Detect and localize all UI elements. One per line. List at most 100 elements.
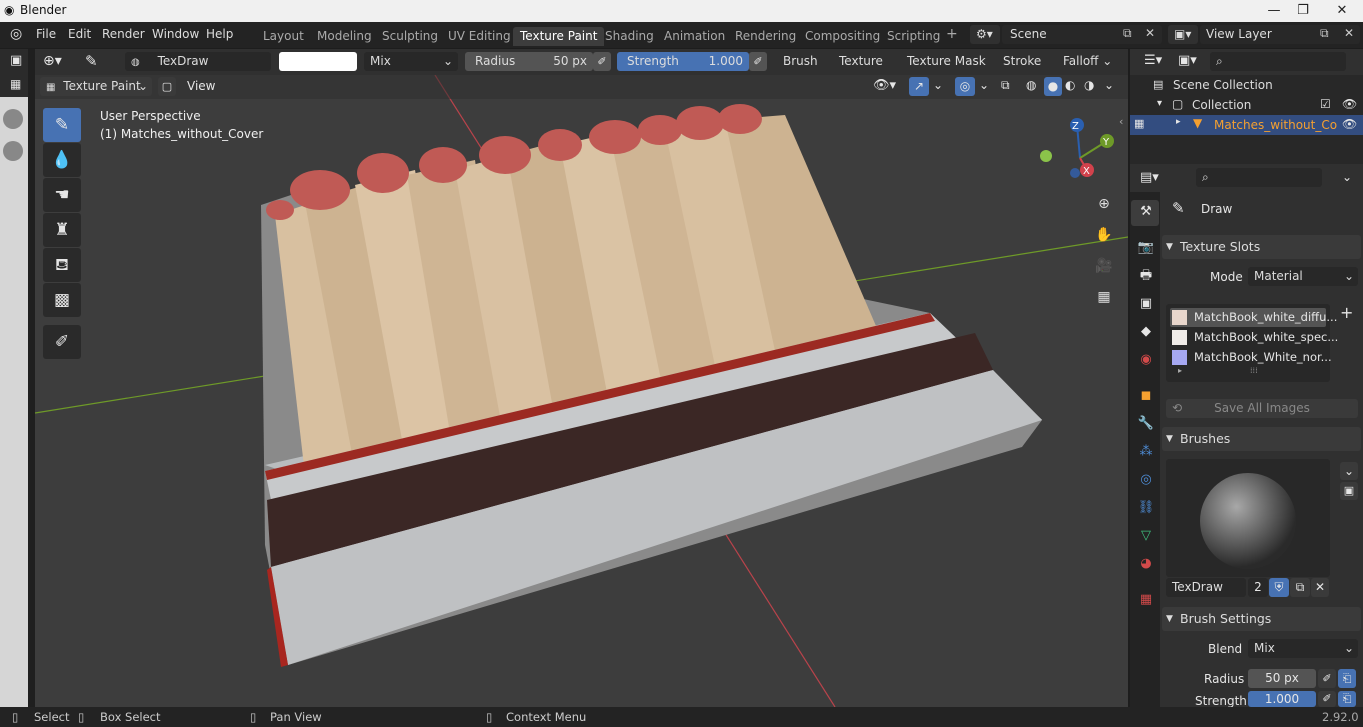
- brush-settings-panel-header[interactable]: ▼ Brush Settings: [1162, 607, 1361, 631]
- chevron-down-icon[interactable]: ⌄: [1342, 170, 1352, 184]
- duplicate-brush-icon[interactable]: ⧉: [1290, 578, 1310, 597]
- menu-help[interactable]: Help: [206, 27, 233, 41]
- view-menu[interactable]: View: [187, 79, 215, 93]
- properties-editor-icon[interactable]: ▤▾: [1140, 170, 1159, 185]
- material-tab-icon[interactable]: ◕: [1137, 555, 1155, 573]
- radius-unit-icon[interactable]: ⎗: [1338, 669, 1356, 688]
- constraint-tab-icon[interactable]: ⛓: [1137, 499, 1155, 517]
- pressure-strength-icon[interactable]: ✐: [1318, 691, 1336, 707]
- 3d-viewport[interactable]: ▦ Texture Paint ⌄ ▢ View 👁▾ ↗ ⌄ ◎ ⌄ ⧉ ◍ …: [35, 75, 1128, 707]
- outliner-selected-row[interactable]: ▦ ▸ ▼ Matches_without_Co 👁: [1130, 115, 1363, 135]
- mask-tool[interactable]: ▩: [43, 283, 81, 317]
- texture-mask-dropdown[interactable]: Texture Mask ⌄: [901, 52, 993, 87]
- hand-icon[interactable]: [3, 141, 23, 161]
- brush-users-count[interactable]: 2: [1248, 578, 1268, 597]
- fill-tool[interactable]: ⛾: [43, 248, 81, 282]
- tab-sculpting[interactable]: Sculpting: [375, 27, 445, 46]
- material-shading-icon[interactable]: ◐: [1065, 78, 1075, 92]
- particles-tab-icon[interactable]: ⁂: [1137, 443, 1155, 461]
- texture-slot-item-selected[interactable]: MatchBook_white_diffu...: [1170, 308, 1337, 327]
- xray-icon[interactable]: ⧉: [1001, 78, 1010, 93]
- solid-shading-icon[interactable]: ●: [1044, 77, 1062, 96]
- display-mode-icon[interactable]: ▣▾: [1178, 53, 1197, 68]
- tool-tab-icon[interactable]: ⚒: [1137, 203, 1155, 221]
- pressure-radius-icon[interactable]: ✐: [593, 52, 611, 71]
- scene-selector[interactable]: ⚙▾: [970, 25, 1000, 44]
- view-layer-selector[interactable]: ▣▾: [1168, 25, 1198, 44]
- visibility-icon[interactable]: 👁▾: [873, 78, 896, 93]
- resize-handle-icon[interactable]: ⁞⁞⁞: [1250, 366, 1258, 375]
- stroke-dropdown[interactable]: Stroke ⌄: [997, 52, 1053, 87]
- mask-toggle-icon[interactable]: ▢: [158, 77, 176, 96]
- menu-edit[interactable]: Edit: [68, 27, 91, 41]
- add-slot-icon[interactable]: +: [1340, 303, 1353, 322]
- physics-tab-icon[interactable]: ◎: [1137, 471, 1155, 489]
- zoom-view-icon[interactable]: ⊕: [1092, 192, 1116, 216]
- smear-tool[interactable]: ☚: [43, 178, 81, 212]
- menu-render[interactable]: Render: [102, 27, 145, 41]
- texture-dropdown[interactable]: Texture ⌄: [833, 52, 895, 87]
- new-scene-icon[interactable]: ⧉: [1123, 26, 1132, 41]
- brush-color-swatch[interactable]: [279, 52, 357, 71]
- draw-tool[interactable]: ✎: [43, 108, 81, 142]
- brush-blend-dropdown[interactable]: Mix ⌄: [1248, 639, 1358, 658]
- unlink-brush-icon[interactable]: ✕: [1311, 578, 1329, 597]
- blender-menu-icon[interactable]: ◎: [10, 26, 22, 42]
- eye-icon[interactable]: 👁: [1342, 117, 1357, 131]
- brush-tool-icon[interactable]: ✎: [85, 52, 98, 70]
- texture-slots-panel-header[interactable]: ▼ Texture Slots: [1162, 235, 1361, 259]
- outliner-editor-icon[interactable]: ☰▾: [1144, 53, 1162, 68]
- brush-strength-slider[interactable]: 1.000: [1248, 691, 1316, 707]
- pan-view-icon[interactable]: ✋: [1092, 223, 1116, 247]
- outliner-search-input[interactable]: ⌕: [1210, 52, 1346, 71]
- brush-datablock-field[interactable]: TexDraw: [1166, 578, 1246, 597]
- scene-collection-label[interactable]: Scene Collection: [1173, 78, 1273, 92]
- overlay-toggle-icon[interactable]: ◎: [955, 77, 975, 96]
- tab-uv-editing[interactable]: UV Editing: [441, 27, 518, 46]
- new-view-layer-icon[interactable]: ⧉: [1320, 26, 1329, 41]
- scene-name-field[interactable]: Scene: [1002, 25, 1162, 44]
- texture-tab-icon[interactable]: ▦: [1137, 591, 1155, 609]
- brush-radius-slider[interactable]: 50 px: [1248, 669, 1316, 688]
- menu-file[interactable]: File: [36, 27, 56, 41]
- tab-texture-paint[interactable]: Texture Paint: [513, 27, 605, 46]
- falloff-dropdown[interactable]: Falloff ⌄: [1057, 52, 1113, 71]
- save-all-images-button[interactable]: ⟲ Save All Images: [1166, 399, 1358, 418]
- chevron-down-icon[interactable]: ⌄: [933, 78, 943, 92]
- object-tab-icon[interactable]: ◼: [1137, 387, 1155, 405]
- properties-search-input[interactable]: ⌕: [1196, 168, 1322, 187]
- tab-scripting[interactable]: Scripting: [880, 27, 947, 46]
- orientation-gizmo[interactable]: Z Y X: [1035, 113, 1125, 193]
- eye-icon[interactable]: 👁: [1342, 97, 1357, 111]
- wireframe-shading-icon[interactable]: ◍: [1026, 78, 1036, 92]
- modifier-tab-icon[interactable]: 🔧: [1137, 415, 1155, 433]
- view-layer-field[interactable]: View Layer: [1200, 25, 1360, 44]
- collapse-arrow-icon[interactable]: ▾: [1157, 98, 1162, 109]
- tab-layout[interactable]: Layout: [256, 27, 311, 46]
- texture-slot-item[interactable]: MatchBook_White_nor...: [1170, 348, 1332, 367]
- brush-name-field[interactable]: ◍ TexDraw: [125, 52, 271, 71]
- texture-slots-mode-dropdown[interactable]: Material ⌄: [1248, 267, 1358, 286]
- brush-preview[interactable]: [1166, 459, 1330, 577]
- strength-unit-icon[interactable]: ⎗: [1338, 691, 1356, 707]
- tab-rendering[interactable]: Rendering: [728, 27, 803, 46]
- sidebar-toggle-icon[interactable]: ‹: [1119, 115, 1123, 128]
- chevron-down-icon[interactable]: ⌄: [1104, 78, 1114, 92]
- soften-tool[interactable]: 💧: [43, 143, 81, 177]
- delete-scene-icon[interactable]: ✕: [1145, 26, 1155, 40]
- scene-tab-icon[interactable]: ◆: [1137, 323, 1155, 341]
- annotate-tool[interactable]: ✐: [43, 325, 81, 359]
- ortho-grid-icon[interactable]: ▦: [1092, 285, 1116, 309]
- render-tab-icon[interactable]: 📷: [1137, 239, 1155, 257]
- expand-arrow-icon[interactable]: ▸: [1176, 117, 1181, 127]
- tab-shading[interactable]: Shading: [598, 27, 661, 46]
- zoom-icon[interactable]: [3, 109, 23, 129]
- collection-label[interactable]: Collection: [1192, 98, 1251, 112]
- view-layer-tab-icon[interactable]: ▣: [1137, 295, 1155, 313]
- tool-selector-icon[interactable]: ⊕▾: [43, 53, 62, 69]
- expand-list-icon[interactable]: ▸: [1178, 366, 1182, 375]
- gizmo-toggle-icon[interactable]: ↗: [909, 77, 929, 96]
- tab-animation[interactable]: Animation: [657, 27, 732, 46]
- menu-window[interactable]: Window: [152, 27, 199, 41]
- chevron-down-icon[interactable]: ⌄: [979, 78, 989, 92]
